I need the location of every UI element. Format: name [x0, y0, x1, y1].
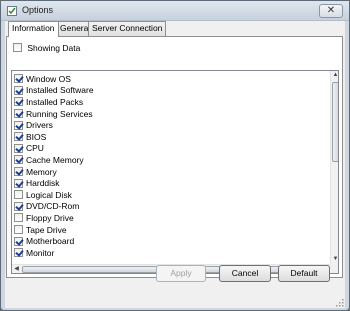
list-item[interactable]: BIOS	[14, 131, 46, 142]
item-checkbox[interactable]	[14, 120, 23, 130]
showing-data-label: Showing Data	[27, 42, 81, 53]
showing-data-option[interactable]: Showing Data	[13, 42, 80, 53]
item-checkbox[interactable]	[14, 248, 23, 258]
tab-server-connection[interactable]: Server Connection	[88, 21, 167, 36]
list-item[interactable]: Memory	[14, 166, 57, 177]
list-item[interactable]: Running Services	[14, 108, 93, 119]
list-item[interactable]: Tape Drive	[14, 224, 67, 235]
close-button[interactable]: ✕	[319, 4, 343, 18]
close-icon: ✕	[326, 5, 336, 16]
item-checkbox[interactable]	[14, 143, 23, 153]
item-label: Floppy Drive	[26, 212, 74, 223]
size-grip-icon[interactable]	[334, 297, 344, 307]
vertical-scroll-thumb[interactable]	[332, 82, 338, 162]
options-window: Options ✕ Information General Server Con…	[0, 0, 350, 311]
item-label: Installed Packs	[26, 96, 84, 107]
item-checkbox[interactable]	[14, 74, 23, 84]
item-label: DVD/CD-Rom	[26, 201, 80, 212]
list-item[interactable]: Logical Disk	[14, 189, 72, 200]
list-item[interactable]: Installed Packs	[14, 96, 83, 107]
list-item[interactable]: Monitor	[14, 247, 54, 258]
vertical-scrollbar[interactable]: ▲ ▼	[330, 71, 338, 264]
item-label: Drivers	[26, 120, 53, 131]
list-item[interactable]: Cache Memory	[14, 154, 84, 165]
showing-data-checkbox[interactable]	[13, 43, 22, 53]
item-checkbox[interactable]	[14, 190, 23, 200]
item-checkbox[interactable]	[14, 155, 23, 165]
title-bar[interactable]: Options ✕	[1, 1, 349, 21]
scrollbar-corner	[330, 264, 338, 273]
item-checkbox[interactable]	[14, 97, 23, 107]
list-item[interactable]: DVD/CD-Rom	[14, 201, 79, 212]
scroll-down-icon[interactable]: ▼	[331, 255, 338, 264]
tab-information[interactable]: Information	[8, 21, 59, 37]
list-item[interactable]: Harddisk	[14, 177, 60, 188]
scroll-left-icon[interactable]: ◀	[12, 265, 21, 273]
item-checkbox[interactable]	[14, 201, 23, 211]
information-items-list[interactable]: Window OS Installed Software Installed Pac…	[11, 70, 339, 274]
item-checkbox[interactable]	[14, 85, 23, 95]
list-item[interactable]: Drivers	[14, 119, 53, 130]
list-item[interactable]: Installed Software	[14, 85, 94, 96]
item-checkbox[interactable]	[14, 109, 23, 119]
item-label: Motherboard	[26, 236, 75, 247]
item-label: Installed Software	[26, 85, 94, 96]
item-checkbox[interactable]	[14, 213, 23, 223]
list-item[interactable]: Motherboard	[14, 235, 74, 246]
item-label: CPU	[26, 143, 44, 154]
item-checkbox[interactable]	[14, 236, 23, 246]
list-item[interactable]: Window OS	[14, 73, 71, 84]
app-icon	[7, 6, 17, 16]
cancel-button[interactable]: Cancel	[219, 265, 271, 282]
default-button[interactable]: Default	[278, 265, 330, 282]
item-label: Tape Drive	[26, 224, 67, 235]
scroll-up-icon[interactable]: ▲	[331, 71, 338, 80]
item-label: Cache Memory	[26, 154, 84, 165]
dialog-body: Information General Server Connection Sh…	[5, 21, 345, 308]
list-item[interactable]: CPU	[14, 143, 44, 154]
item-label: BIOS	[26, 131, 47, 142]
apply-button[interactable]: Apply	[156, 265, 206, 282]
item-checkbox[interactable]	[14, 132, 23, 142]
item-label: Logical Disk	[26, 189, 72, 200]
item-checkbox[interactable]	[14, 225, 23, 235]
item-checkbox[interactable]	[14, 167, 23, 177]
item-label: Window OS	[26, 73, 71, 84]
list-item[interactable]: Floppy Drive	[14, 212, 74, 223]
item-label: Monitor	[26, 247, 55, 258]
item-label: Running Services	[26, 108, 93, 119]
item-label: Memory	[26, 166, 57, 177]
item-label: Harddisk	[26, 178, 60, 189]
item-checkbox[interactable]	[14, 178, 23, 188]
window-title: Options	[22, 5, 54, 15]
information-panel: Showing Data Window OS Installed Software…	[6, 36, 343, 278]
